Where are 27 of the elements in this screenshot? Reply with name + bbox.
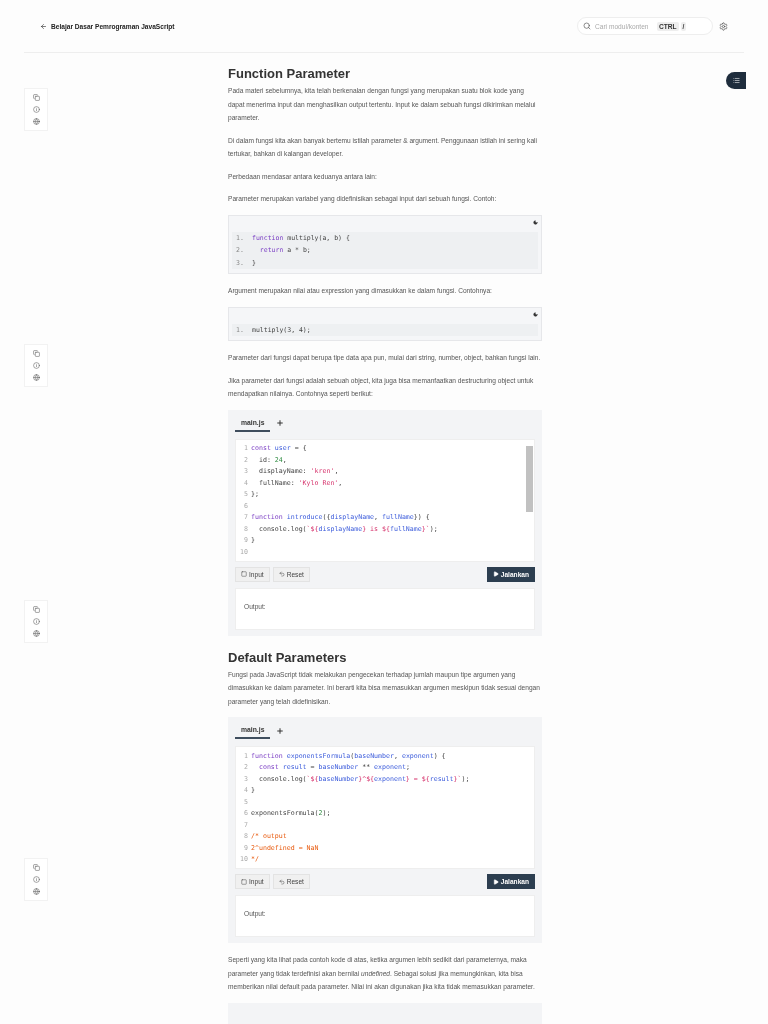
copy-icon[interactable]	[32, 350, 40, 357]
globe-icon[interactable]	[32, 888, 40, 895]
play-icon	[492, 878, 499, 885]
play-icon	[492, 571, 499, 577]
plus-icon[interactable]	[276, 726, 285, 735]
arrow-left-icon	[40, 22, 47, 30]
copy-icon[interactable]	[32, 864, 40, 871]
section-title: Function Parameter	[228, 66, 352, 81]
plus-icon[interactable]	[276, 419, 285, 427]
copy-icon[interactable]	[32, 94, 40, 101]
moon-icon[interactable]	[533, 219, 538, 225]
table-of-contents-button[interactable]	[726, 72, 746, 89]
undo-icon	[278, 878, 285, 885]
section-title: Default Parameters	[228, 649, 348, 665]
globe-icon[interactable]	[32, 118, 40, 125]
undo-icon	[278, 571, 285, 577]
settings-icon[interactable]	[719, 21, 728, 31]
moon-icon[interactable]	[533, 311, 538, 317]
globe-icon[interactable]	[32, 630, 40, 637]
copy-icon[interactable]	[32, 606, 40, 613]
info-icon[interactable]	[32, 618, 40, 625]
search-icon[interactable]	[583, 22, 591, 30]
info-icon[interactable]	[32, 106, 40, 113]
list-icon	[732, 77, 740, 84]
globe-icon[interactable]	[32, 374, 40, 381]
info-icon[interactable]	[32, 362, 40, 369]
info-icon[interactable]	[32, 876, 40, 883]
